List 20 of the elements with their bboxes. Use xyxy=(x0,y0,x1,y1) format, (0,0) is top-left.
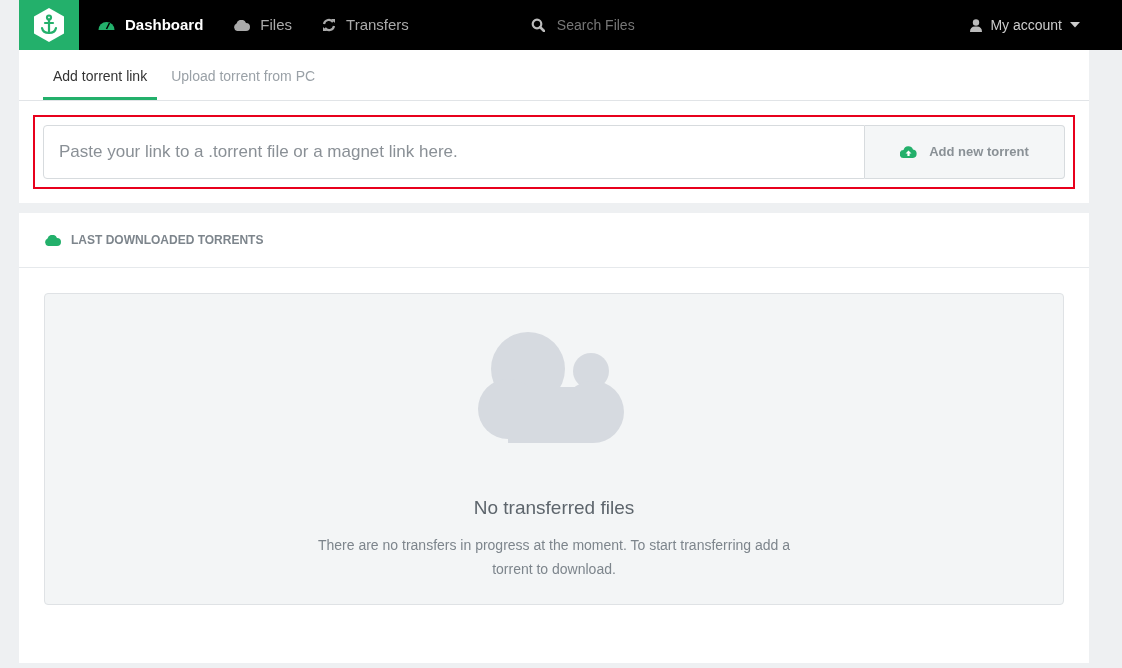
cloud-icon xyxy=(233,19,251,31)
cloud-upload-icon xyxy=(900,146,918,158)
search-field[interactable]: Search Files xyxy=(556,14,807,36)
link-input-field[interactable]: Paste your link to a .torrent file or a magnet link here. xyxy=(43,125,865,179)
caret-icon xyxy=(1070,22,1080,28)
tab[interactable]: Add torrent link xyxy=(43,66,158,100)
empty-state-title: No transferred files xyxy=(473,496,635,520)
logo-tile[interactable] xyxy=(19,0,79,50)
section-title: LAST DOWNLOADED TORRENTS xyxy=(71,232,264,249)
search-icon xyxy=(530,18,545,32)
user-icon xyxy=(970,18,983,32)
nav-link[interactable]: Dashboard xyxy=(98,13,204,37)
cloud-icon xyxy=(44,234,61,246)
empty-state-message: There are no transfers in progress at the moment. To start transferring add a torrent to download. xyxy=(316,535,792,579)
anchor-logo-icon xyxy=(33,7,65,43)
nav-link[interactable]: Files xyxy=(233,13,293,37)
nav-link[interactable]: Transfers xyxy=(322,13,409,37)
refresh-icon xyxy=(322,18,337,32)
account-menu-button[interactable]: My account xyxy=(970,14,1080,36)
dashboard-gauge-icon xyxy=(98,19,115,31)
